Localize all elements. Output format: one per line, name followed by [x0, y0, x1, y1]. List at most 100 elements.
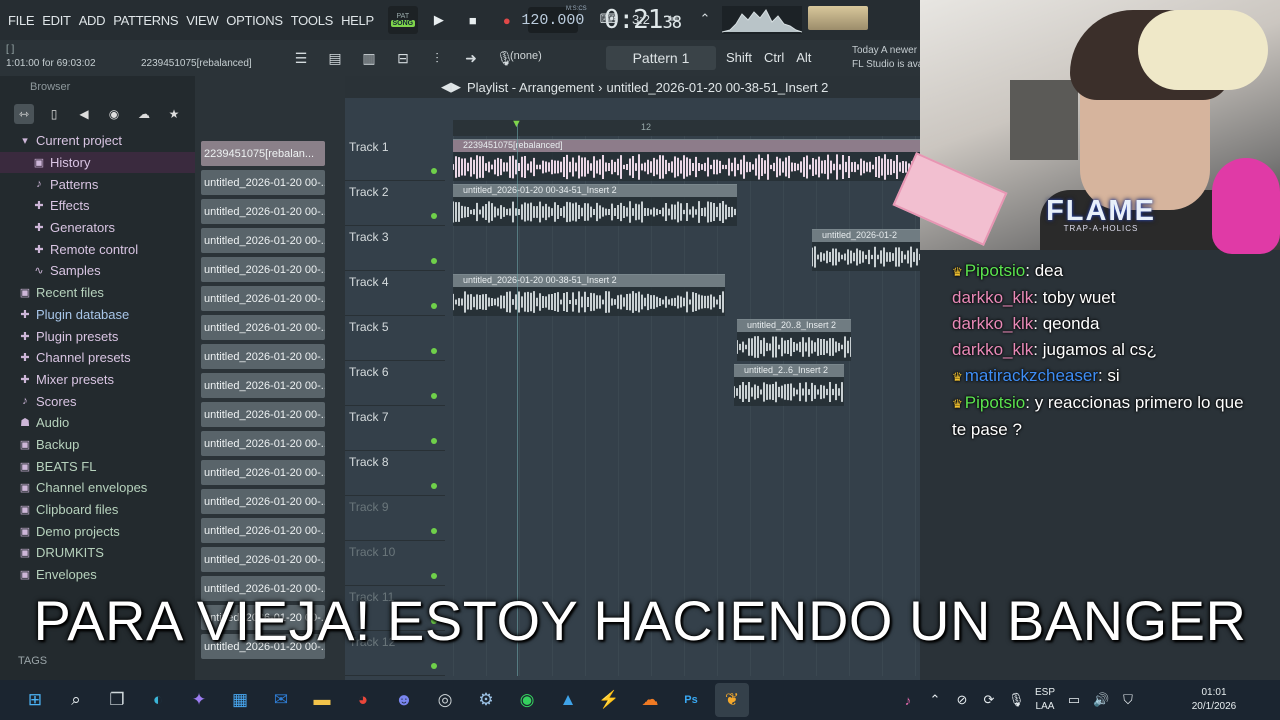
channel-button[interactable]: untitled_2026-01-20 00-... [201, 460, 325, 485]
globe-icon[interactable]: ◉ [104, 104, 124, 124]
audio-clip[interactable]: untitled_2..6_Insert 2 [734, 364, 844, 406]
playlist-arrow-icon[interactable]: ◀▶ [441, 79, 461, 95]
browser-item[interactable]: ♪ Scores [0, 390, 195, 412]
photos-icon[interactable]: ▲ [551, 683, 585, 717]
audio-clip[interactable]: 2239451075[rebalanced] [453, 139, 923, 181]
star-icon[interactable]: ★ [164, 104, 184, 124]
shift-key[interactable]: Shift [726, 50, 752, 65]
ctrl-key[interactable]: Ctrl [764, 50, 784, 65]
discord-icon[interactable]: ☻ [387, 683, 421, 717]
browser-item[interactable]: ▣ BEATS FL [0, 455, 195, 477]
channel-button[interactable]: untitled_2026-01-20 00-... [201, 199, 325, 224]
menu-help[interactable]: HELP [337, 13, 378, 28]
channel-button[interactable]: untitled_2026-01-20 00-... [201, 286, 325, 311]
copilot-icon[interactable]: ✦ [182, 683, 216, 717]
display-icon[interactable]: ▭ [1066, 692, 1082, 708]
timeline-ruler[interactable]: 12 ▼ [453, 118, 920, 136]
all-files-icon[interactable]: ⇿ [14, 104, 34, 124]
volume-icon[interactable]: 🔊 [1093, 692, 1109, 708]
browser-item[interactable]: ▣ Envelopes [0, 564, 195, 586]
channel-button[interactable]: untitled_2026-01-20 00-... [201, 402, 325, 427]
record-icon[interactable]: ● [494, 7, 520, 33]
stop-icon[interactable]: ■ [460, 7, 486, 33]
menu-tools[interactable]: TOOLS [287, 13, 337, 28]
browser-item[interactable]: ▣ Clipboard files [0, 499, 195, 521]
track-mute-led[interactable] [431, 528, 437, 534]
windows-start-icon[interactable]: ⊞ [18, 683, 52, 717]
track-header[interactable]: Track 8 [345, 451, 445, 496]
track-header[interactable]: Track 6 [345, 361, 445, 406]
menu-options[interactable]: OPTIONS [222, 13, 286, 28]
mail-icon[interactable]: ✉ [264, 683, 298, 717]
track-mute-led[interactable] [431, 303, 437, 309]
arrow-right-icon[interactable]: ➜ [458, 45, 484, 71]
browser-item[interactable]: ▣ History [0, 151, 195, 174]
channel-button[interactable]: untitled_2026-01-20 00-... [201, 431, 325, 456]
channel-button[interactable]: untitled_2026-01-20 00-... [201, 547, 325, 572]
browser-item[interactable]: ✚ Channel presets [0, 347, 195, 369]
browser-item[interactable]: ♪ Patterns [0, 173, 195, 195]
chrome-icon[interactable]: ◕ [346, 683, 380, 717]
mixer-icon[interactable]: ⊟ [390, 45, 416, 71]
fl-studio-icon[interactable]: ❦ [715, 683, 749, 717]
audio-clip[interactable]: untitled_2026-01-2 [812, 229, 920, 271]
track-mute-led[interactable] [431, 663, 437, 669]
spotify-icon[interactable]: ◉ [510, 683, 544, 717]
browser-item[interactable]: ✚ Plugin database [0, 304, 195, 326]
track-header[interactable]: Track 7 [345, 406, 445, 451]
channel-button[interactable]: untitled_2026-01-20 00-... [201, 489, 325, 514]
track-header[interactable]: Track 4 [345, 271, 445, 316]
tray-app-icon[interactable]: ♪ [900, 693, 916, 708]
audio-clip[interactable]: untitled_2026-01-20 00-38-51_Insert 2 [453, 274, 725, 316]
browser-item[interactable]: ▾ Current project [0, 130, 195, 152]
browser-item[interactable]: ✚ Mixer presets [0, 369, 195, 391]
file-icon[interactable]: ▯ [44, 104, 64, 124]
news-panel[interactable]: Today A newer FL Studio is ava [852, 44, 922, 72]
menu-file[interactable]: FILE [0, 13, 38, 28]
network-off-icon[interactable]: ⊘ [954, 692, 970, 708]
browser-item[interactable]: ▣ Recent files [0, 282, 195, 304]
channel-button[interactable]: untitled_2026-01-20 00-... [201, 228, 325, 253]
channel-button[interactable]: untitled_2026-01-20 00-... [201, 315, 325, 340]
chevron-up-icon[interactable]: ⌃ [927, 692, 943, 708]
alt-key[interactable]: Alt [796, 50, 811, 65]
browser-item[interactable]: ✚ Generators [0, 217, 195, 239]
browser-item[interactable]: ✚ Remote control [0, 238, 195, 260]
track-header[interactable]: Track 5 [345, 316, 445, 361]
track-header[interactable]: Track 9 [345, 496, 445, 541]
keyboard-icon[interactable]: ⌨ [598, 6, 620, 32]
edge-icon[interactable]: ◐ [141, 683, 175, 717]
channel-button[interactable]: untitled_2026-01-20 00-... [201, 257, 325, 282]
file-explorer-icon[interactable]: ▬ [305, 683, 339, 717]
track-mute-led[interactable] [431, 258, 437, 264]
browser-item[interactable]: ▣ Channel envelopes [0, 477, 195, 499]
playlist-icon[interactable]: ☰ [288, 45, 314, 71]
input-language[interactable]: ESP LAA [1035, 686, 1055, 714]
browser-item[interactable]: ▣ Backup [0, 434, 195, 456]
soundcloud-icon[interactable]: ☁ [633, 683, 667, 717]
track-mute-led[interactable] [431, 438, 437, 444]
cloud-icon[interactable]: ☁ [134, 104, 154, 124]
sync-icon[interactable]: ⟳ [981, 692, 997, 708]
play-icon[interactable]: ▶ [426, 7, 452, 33]
tags-bar[interactable]: TAGS [0, 650, 195, 672]
track-mute-led[interactable] [431, 393, 437, 399]
microphone-tray-icon[interactable]: 🎙 [1008, 692, 1025, 708]
track-mute-led[interactable] [431, 573, 437, 579]
browser-item[interactable]: ✚ Plugin presets [0, 325, 195, 347]
audio-clip[interactable]: untitled_20..8_Insert 2 [737, 319, 851, 361]
channel-rack-icon[interactable]: ▤ [322, 45, 348, 71]
channel-button[interactable]: untitled_2026-01-20 00-... [201, 373, 325, 398]
browser-item[interactable]: ✚ Effects [0, 195, 195, 217]
pattern-preset-select[interactable]: (none) [510, 50, 542, 62]
browser-item[interactable]: ▣ DRUMKITS [0, 542, 195, 564]
track-mute-led[interactable] [431, 483, 437, 489]
task-view-icon[interactable]: ❐ [100, 683, 134, 717]
track-mute-led[interactable] [431, 168, 437, 174]
track-header[interactable]: Track 2 [345, 181, 445, 226]
menu-add[interactable]: ADD [75, 13, 110, 28]
track-header[interactable]: Track 1 [345, 136, 445, 181]
browser-item[interactable]: ∿ Samples [0, 260, 195, 282]
piano-roll-icon[interactable]: ▥ [356, 45, 382, 71]
track-mute-led[interactable] [431, 213, 437, 219]
